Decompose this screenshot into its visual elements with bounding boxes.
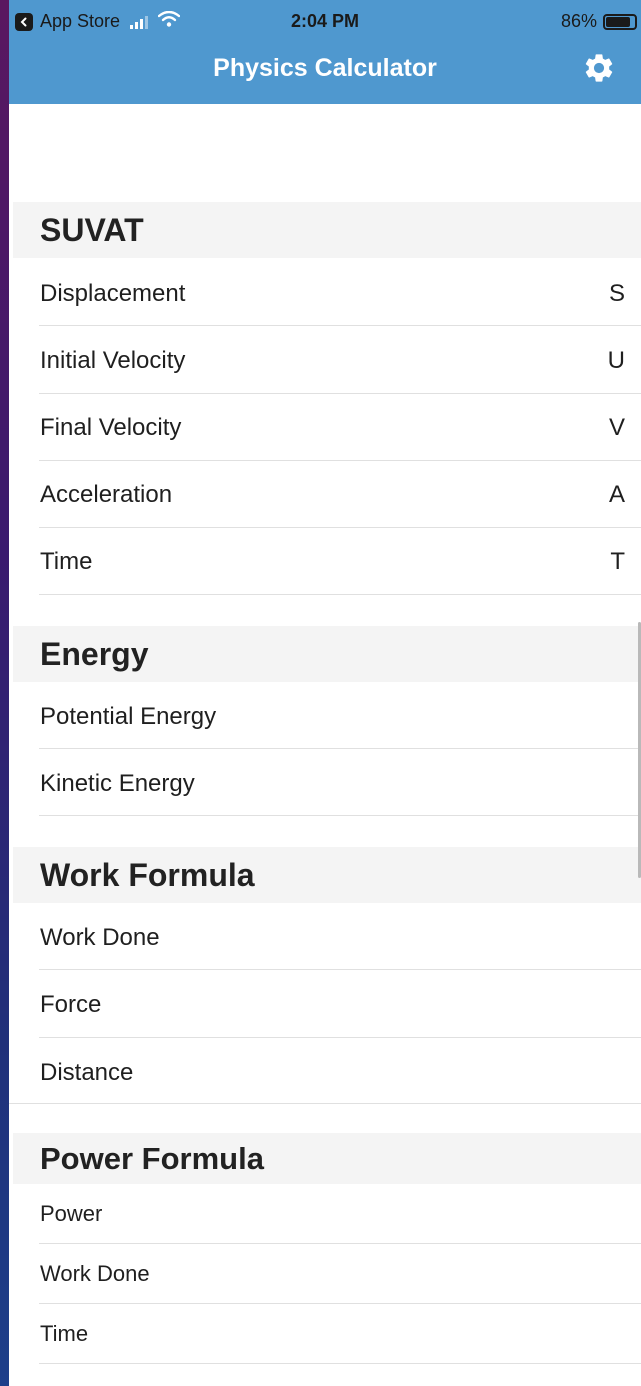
status-bar: App Store 2:04 PM 86% — [9, 0, 641, 42]
row-divider — [39, 1363, 641, 1364]
list-item-power[interactable]: Power — [9, 1184, 641, 1243]
row-divider — [39, 594, 641, 595]
list-item-final-velocity[interactable]: Final Velocity V — [9, 394, 641, 460]
row-label: Time — [40, 548, 93, 575]
section-header-power-formula: Power Formula — [13, 1133, 641, 1184]
row-label: Work Done — [40, 1261, 150, 1286]
row-label: Displacement — [40, 280, 186, 307]
list-item-initial-velocity[interactable]: Initial Velocity U — [9, 326, 641, 393]
row-label: Final Velocity — [40, 414, 182, 441]
list-item-kinetic-energy[interactable]: Kinetic Energy — [9, 749, 641, 815]
row-label: Work Done — [40, 924, 160, 951]
home-wallpaper-edge — [0, 0, 9, 1386]
list-item-displacement[interactable]: Displacement S — [9, 258, 641, 325]
list-item-acceleration[interactable]: Acceleration A — [9, 461, 641, 527]
list-item-distance[interactable]: Distance — [9, 1038, 641, 1103]
section-header-suvat: SUVAT — [13, 202, 641, 258]
row-symbol: S — [608, 280, 625, 307]
list-item-potential-energy[interactable]: Potential Energy — [9, 682, 641, 748]
list-item-work-done[interactable]: Work Done — [9, 903, 641, 969]
battery-fill — [606, 16, 630, 27]
navigation-header: App Store 2:04 PM 86% Physics Calculator — [9, 0, 641, 104]
row-label: Kinetic Energy — [40, 770, 195, 797]
page-title: Physics Calculator — [213, 54, 437, 82]
battery-icon — [603, 13, 637, 30]
status-time: 2:04 PM — [290, 11, 360, 31]
section-header-energy: Energy — [13, 626, 641, 682]
row-label: Initial Velocity — [40, 347, 186, 374]
list-item-time[interactable]: Time T — [9, 528, 641, 594]
list-item-force[interactable]: Force — [9, 970, 641, 1037]
battery-percent: 86% — [560, 11, 597, 31]
section-title: Power Formula — [40, 1141, 264, 1176]
section-title: Energy — [40, 636, 149, 672]
row-label: Power — [40, 1201, 103, 1226]
row-label: Potential Energy — [40, 703, 217, 730]
list-item-work-done[interactable]: Work Done — [9, 1244, 641, 1303]
list-item-time[interactable]: Time — [9, 1304, 641, 1363]
row-divider — [39, 815, 641, 816]
row-symbol: U — [607, 347, 625, 374]
section-header-work-formula: Work Formula — [13, 847, 641, 903]
app-screen: App Store 2:04 PM 86% Physics Calculator… — [9, 0, 641, 1386]
settings-button[interactable] — [579, 50, 619, 90]
section-title: SUVAT — [40, 212, 144, 248]
row-label: Force — [40, 991, 102, 1018]
row-symbol: V — [608, 414, 625, 441]
gear-icon — [582, 51, 616, 90]
row-divider — [9, 1103, 641, 1104]
row-symbol: T — [610, 548, 625, 575]
status-right: 86% — [561, 11, 637, 32]
section-title: Work Formula — [40, 857, 255, 893]
row-symbol: A — [608, 481, 625, 508]
row-label: Distance — [40, 1059, 134, 1086]
row-label: Acceleration — [40, 481, 173, 508]
row-label: Time — [40, 1321, 89, 1346]
